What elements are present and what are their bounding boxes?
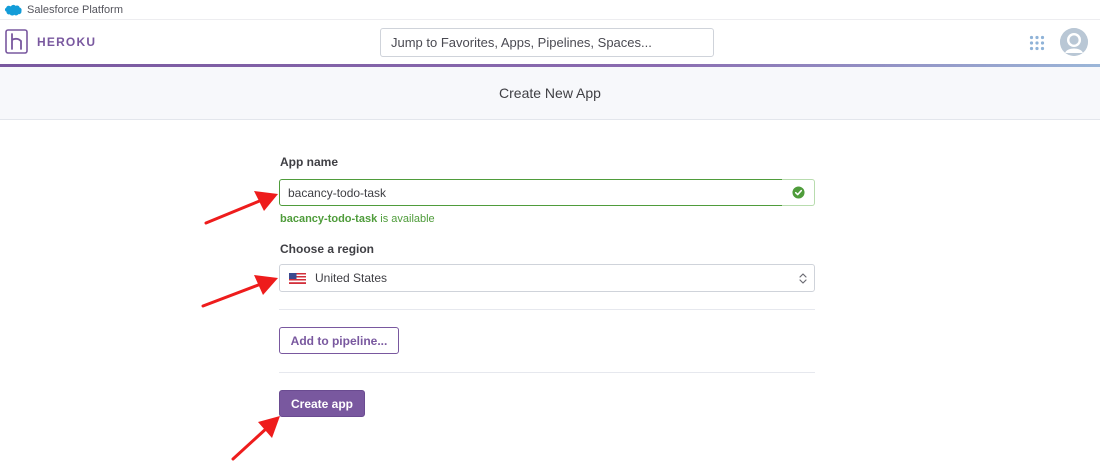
availability-suffix: is available <box>377 213 435 225</box>
app-name-label: App name <box>280 155 339 169</box>
page-header: Create New App <box>0 67 1100 120</box>
user-avatar-icon <box>1060 28 1088 56</box>
availability-message: bacancy-todo-task is available <box>280 213 435 225</box>
annotation-arrow <box>201 275 278 308</box>
select-chevron-icon <box>799 273 807 284</box>
name-valid-indicator <box>782 179 815 206</box>
salesforce-platform-bar: Salesforce Platform <box>0 0 1100 20</box>
brand-name: HEROKU <box>37 34 97 49</box>
check-circle-icon <box>791 186 805 199</box>
annotation-arrow <box>204 191 278 225</box>
platform-label: Salesforce Platform <box>27 3 123 16</box>
apps-grid-icon[interactable] <box>1029 35 1045 51</box>
available-app-name: bacancy-todo-task <box>280 213 378 225</box>
top-navigation: HEROKU <box>0 20 1100 65</box>
app-name-input[interactable] <box>279 179 783 206</box>
section-divider <box>279 372 815 373</box>
annotation-arrow <box>231 416 280 461</box>
create-app-button[interactable]: Create app <box>279 390 365 417</box>
region-value: United States <box>315 271 388 285</box>
salesforce-cloud-icon <box>4 4 22 16</box>
region-select[interactable]: United States <box>279 264 815 292</box>
region-label: Choose a region <box>280 242 375 256</box>
section-divider <box>279 309 815 310</box>
page-title: Create New App <box>499 85 601 101</box>
search-input[interactable] <box>380 28 714 57</box>
heroku-logo-icon <box>5 29 28 54</box>
us-flag-icon <box>289 272 306 284</box>
user-avatar[interactable] <box>1060 28 1088 56</box>
heroku-home-link[interactable]: HEROKU <box>5 29 96 54</box>
add-to-pipeline-button[interactable]: Add to pipeline... <box>279 327 399 354</box>
